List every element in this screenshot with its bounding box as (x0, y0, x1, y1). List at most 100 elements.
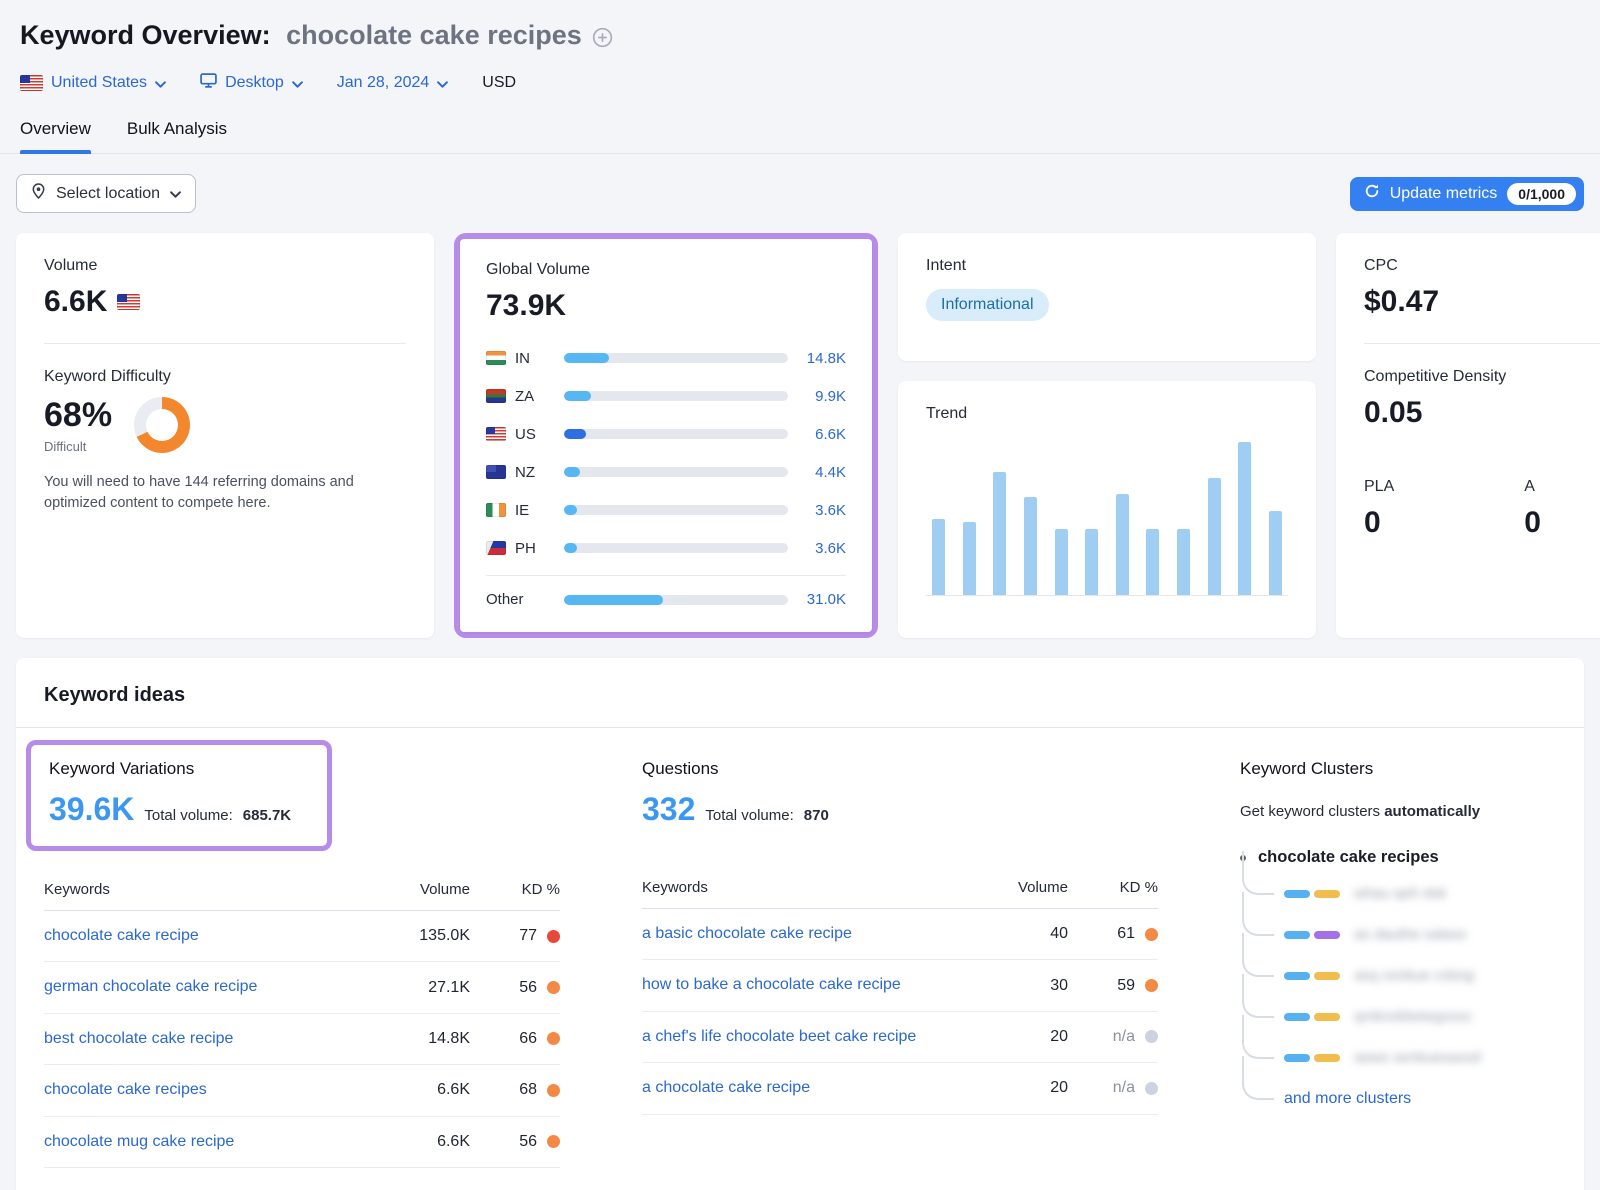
more-clusters-link[interactable]: and more clusters (1284, 1090, 1411, 1108)
kd-value-block: 68% Difficult (44, 396, 112, 454)
select-location-button[interactable]: Select location (16, 174, 196, 213)
table-row: chocolate mug cake recipe 6.6K 56 (44, 1117, 560, 1168)
cluster-root-row[interactable]: chocolate cake recipes (1240, 848, 1556, 867)
chevron-down-icon (155, 81, 166, 88)
keyword-link[interactable]: chocolate cake recipe (44, 925, 199, 947)
keyword-variations-column: Keyword Variations 39.6K Total volume: 6… (44, 728, 560, 1168)
col-header-volume[interactable]: Volume (968, 879, 1068, 896)
trend-bar-chart (926, 437, 1288, 596)
col-header-keywords[interactable]: Keywords (642, 879, 968, 896)
volume-cell: 20 (968, 1079, 1068, 1097)
volume-cell: 135.0K (370, 927, 470, 945)
trend-card: Trend (898, 381, 1316, 638)
kd-level: Difficult (44, 439, 112, 454)
update-metrics-label: Update metrics (1390, 185, 1498, 203)
total-volume-label: Total volume: (705, 807, 793, 824)
pla-ads-row: PLA 0 A 0 (1364, 478, 1600, 540)
cluster-item[interactable]: whau qeh dsk (1242, 873, 1556, 914)
ireland-flag-icon (486, 503, 506, 517)
trend-bar (932, 519, 945, 595)
intent-badge[interactable]: Informational (926, 289, 1049, 321)
update-metrics-button[interactable]: Update metrics 0/1,000 (1350, 177, 1584, 211)
volume-bar-fill (564, 505, 577, 515)
keyword-variations-count[interactable]: 39.6K (49, 791, 134, 828)
cluster-bar-icon (1314, 931, 1340, 939)
col-header-volume[interactable]: Volume (370, 881, 470, 898)
cluster-item[interactable]: aews senkuesaxsd (1242, 1037, 1556, 1078)
toolbar: Select location Update metrics 0/1,000 (16, 174, 1584, 213)
country-code: NZ (515, 464, 535, 481)
date-dropdown[interactable]: Jan 28, 2024 (337, 74, 449, 92)
trend-bar (1208, 478, 1221, 595)
country-code: US (515, 426, 536, 443)
volume-bar-fill (564, 429, 586, 439)
pla-label: PLA (1364, 478, 1394, 496)
volume-cell: 6.6K (370, 1133, 470, 1151)
location-dropdown[interactable]: United States (20, 74, 166, 92)
country-cell: IN (486, 350, 564, 367)
kd-dot (547, 930, 560, 943)
title-row: Keyword Overview: chocolate cake recipes (20, 20, 1580, 51)
keyword-ideas-columns: Keyword Variations 39.6K Total volume: 6… (16, 728, 1584, 1168)
keyword-variations-count-row: 39.6K Total volume: 685.7K (49, 791, 309, 828)
country-cell: NZ (486, 464, 564, 481)
volume-bar-track (564, 543, 788, 553)
col-header-kd[interactable]: KD % (1068, 879, 1158, 896)
cluster-item[interactable]: qmknxklwiwgxsxc (1242, 996, 1556, 1037)
volume-bar-track (564, 391, 788, 401)
kd-cell: n/a (1068, 1028, 1158, 1046)
cluster-item[interactable]: as dauthe salasx (1242, 914, 1556, 955)
keyword-link[interactable]: german chocolate cake recipe (44, 976, 257, 998)
global-volume-label: Global Volume (486, 261, 846, 279)
volume-cell: 20 (968, 1028, 1068, 1046)
volume-bar-track (564, 353, 788, 363)
currency-label: USD (482, 74, 516, 92)
kd-cell: 59 (1068, 977, 1158, 995)
chevron-down-icon (437, 81, 448, 88)
ads-value: 0 (1524, 506, 1541, 540)
competitive-density-label: Competitive Density (1364, 368, 1600, 386)
keyword-link[interactable]: best chocolate cake recipe (44, 1028, 233, 1050)
keyword-link[interactable]: a basic chocolate cake recipe (642, 923, 852, 945)
cluster-item[interactable]: asq xsnkue cxbng (1242, 955, 1556, 996)
trend-bar (1269, 511, 1282, 595)
volume-cell: 40 (968, 925, 1068, 943)
col-header-kd[interactable]: KD % (470, 881, 560, 898)
select-location-label: Select location (56, 185, 160, 203)
kd-dot (1145, 1030, 1158, 1043)
col-header-keywords[interactable]: Keywords (44, 881, 370, 898)
pla-value: 0 (1364, 506, 1394, 540)
trend-bar (1146, 529, 1159, 595)
volume-bar-track (564, 429, 788, 439)
kd-cell: 66 (470, 1030, 560, 1048)
questions-count[interactable]: 332 (642, 791, 695, 828)
keyword-link[interactable]: how to bake a chocolate cake recipe (642, 974, 901, 996)
country-code: PH (515, 540, 536, 557)
kd-value: 68% (44, 396, 112, 435)
kd-dot (1145, 928, 1158, 941)
country-cell: US (486, 426, 564, 443)
keyword-difficulty-label: Keyword Difficulty (44, 368, 406, 386)
country-volume: 14.8K (788, 350, 846, 367)
kd-value: 77 (519, 927, 537, 945)
tab-bulk-analysis[interactable]: Bulk Analysis (127, 119, 227, 153)
kd-donut-chart (134, 397, 190, 453)
keyword-link[interactable]: chocolate mug cake recipe (44, 1131, 234, 1153)
volume-cell: 30 (968, 977, 1068, 995)
tab-overview[interactable]: Overview (20, 119, 91, 153)
global-volume-list: IN 14.8K ZA 9.9K US 6.6K NZ 4 (486, 339, 846, 613)
kd-dot (547, 981, 560, 994)
quota-badge: 0/1,000 (1507, 183, 1576, 205)
device-dropdown[interactable]: Desktop (200, 73, 303, 93)
intent-trend-column: Intent Informational Trend (898, 233, 1316, 638)
keyword-link[interactable]: a chocolate cake recipe (642, 1077, 810, 1099)
kd-cell: 61 (1068, 925, 1158, 943)
cluster-label-blurred: qmknxklwiwgxsxc (1354, 1008, 1472, 1025)
us-flag-icon (486, 427, 506, 441)
keyword-link[interactable]: chocolate cake recipes (44, 1079, 207, 1101)
desktop-icon (200, 73, 217, 93)
add-keyword-icon[interactable] (592, 27, 613, 48)
keyword-link[interactable]: a chef's life chocolate beet cake recipe (642, 1026, 916, 1048)
chevron-down-icon (292, 81, 303, 88)
table-row: how to bake a chocolate cake recipe 30 5… (642, 960, 1158, 1011)
